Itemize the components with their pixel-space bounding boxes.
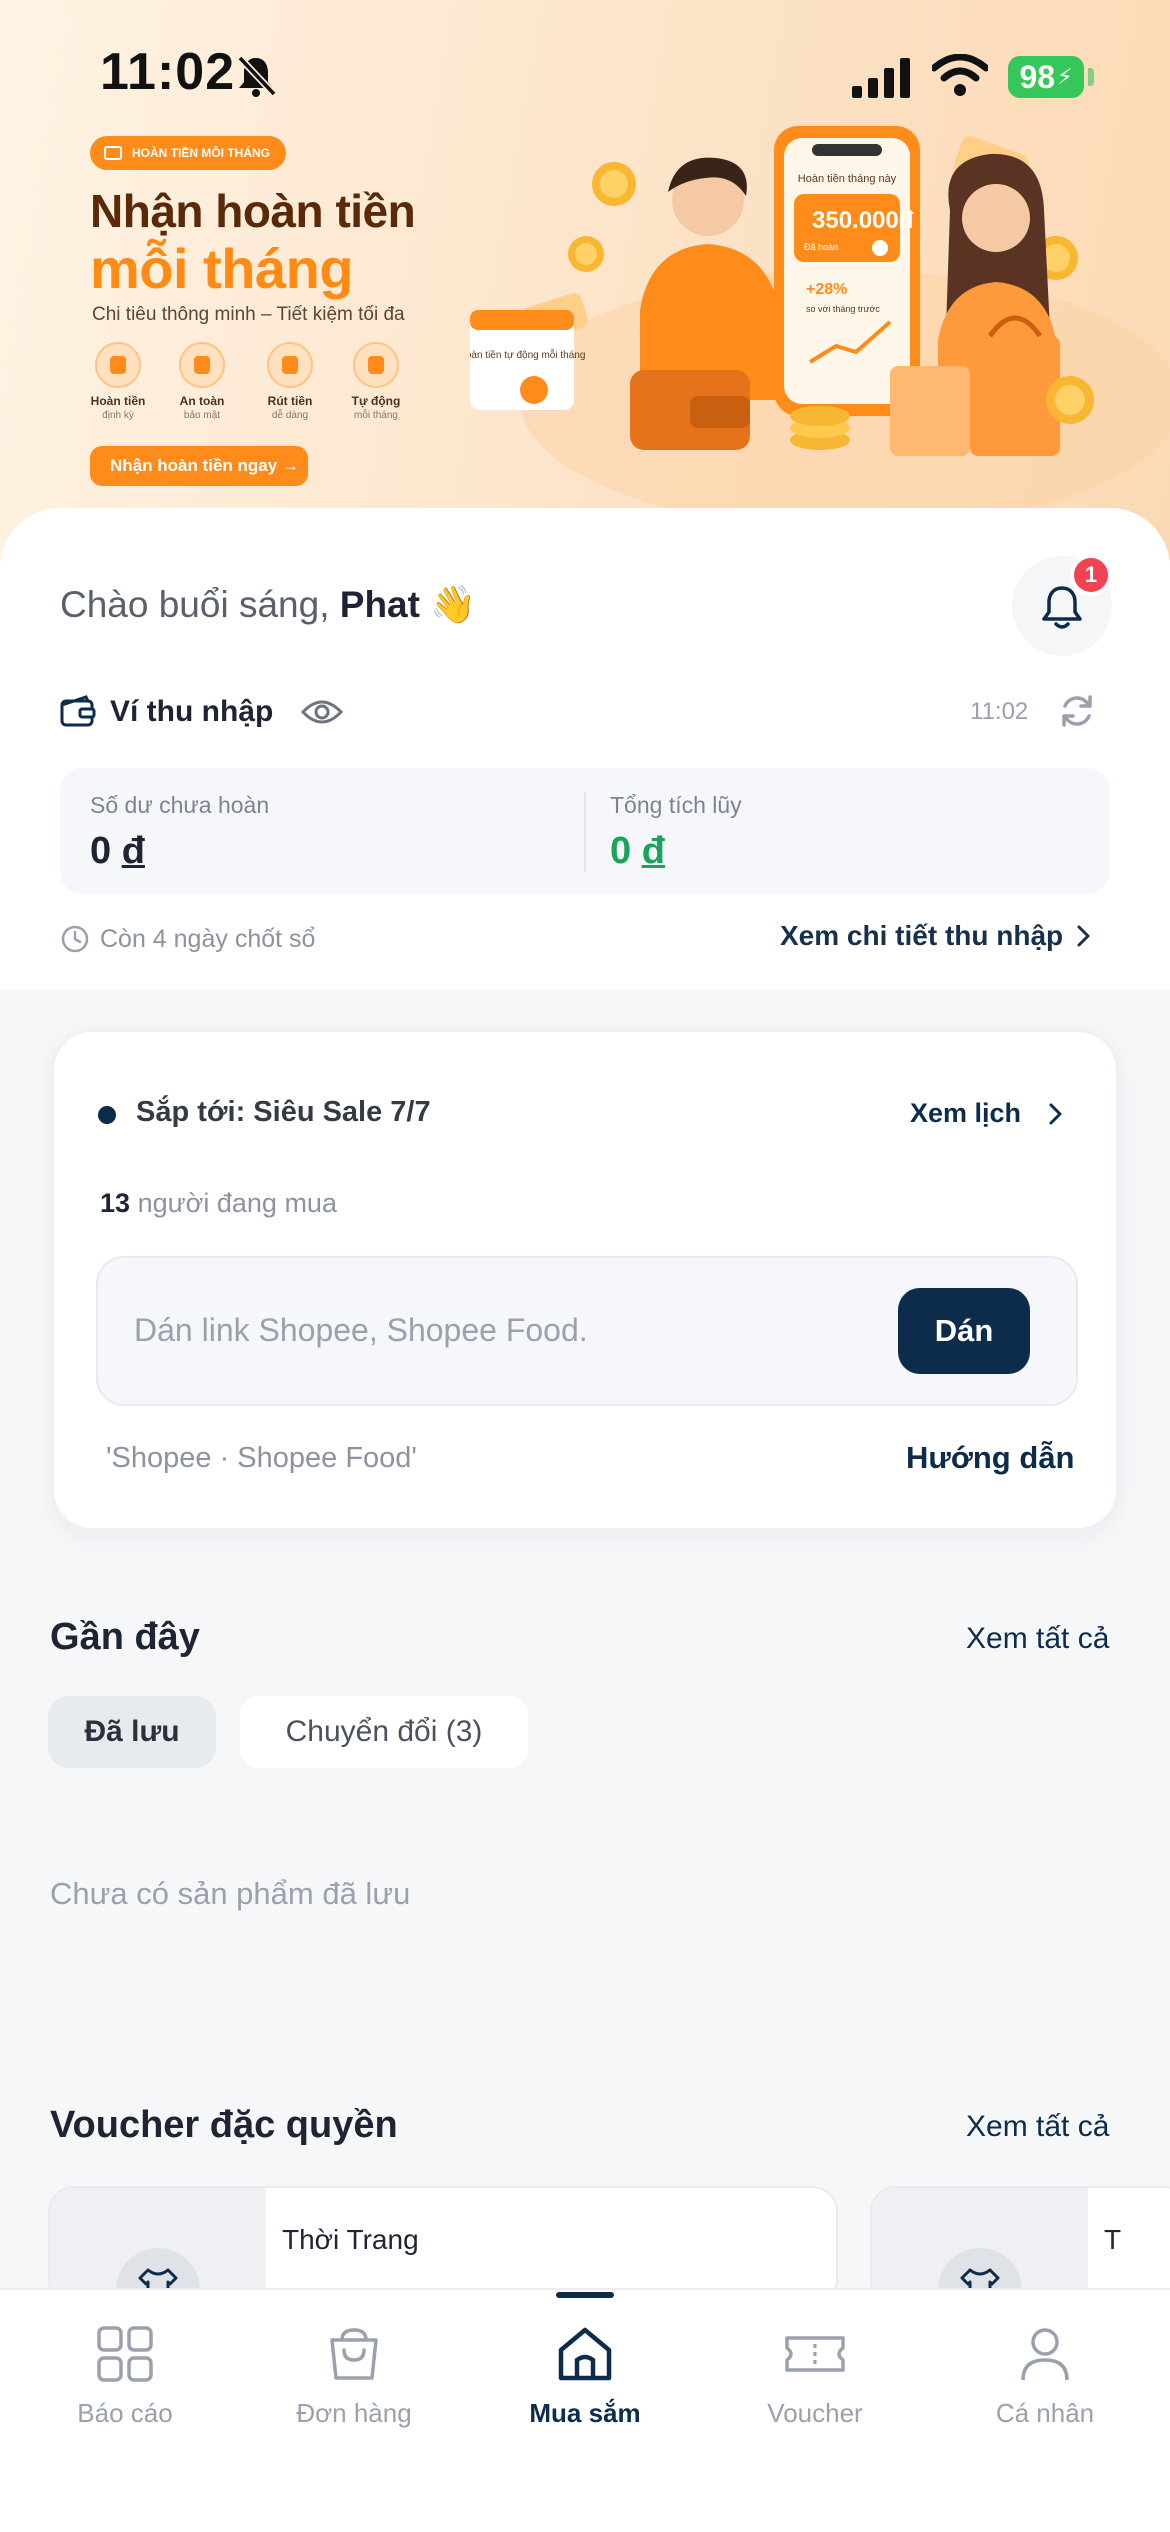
- wallet-header: Ví thu nhập: [60, 690, 344, 734]
- tab-conversions[interactable]: Chuyển đổi (3): [240, 1696, 528, 1768]
- wallet-icon: [267, 342, 313, 388]
- svg-text:so với tháng trước: so với tháng trước: [806, 304, 880, 314]
- income-details-link[interactable]: Xem chi tiết thu nhập: [780, 920, 1095, 952]
- svg-text:350.000đ: 350.000đ: [812, 207, 914, 234]
- tab-saved[interactable]: Đã lưu: [48, 1696, 216, 1768]
- banner-feature: Rút tiền dễ dàng: [250, 342, 330, 421]
- banner-feature: Tự động mỗi tháng: [336, 342, 416, 421]
- wave-emoji: 👋: [430, 584, 477, 625]
- status-time: 11:02: [100, 43, 236, 101]
- home-icon: [558, 2327, 612, 2381]
- tab-shopping[interactable]: Mua sắm: [485, 2324, 685, 2429]
- pending-balance-value: 0 đ: [90, 830, 145, 872]
- clock-icon: [61, 925, 89, 953]
- recent-see-all-link[interactable]: Xem tất cả: [966, 1622, 1109, 1656]
- refresh-icon[interactable]: [1058, 692, 1096, 730]
- guide-link[interactable]: Hướng dẫn: [906, 1440, 1074, 1476]
- eye-icon[interactable]: [301, 698, 344, 726]
- active-buyers: 13 người đang mua: [100, 1188, 337, 1218]
- user-icon: [1021, 2328, 1069, 2381]
- sale-title: Sắp tới: Siêu Sale 7/7: [136, 1096, 431, 1128]
- svg-text:Đã hoàn: Đã hoàn: [804, 242, 838, 252]
- chevron-right-icon: [1049, 1103, 1062, 1124]
- ticket-icon: [785, 2336, 845, 2372]
- bag-icon: [330, 2328, 378, 2380]
- balance-summary: Số dư chưa hoàn 0 đ Tổng tích lũy 0 đ: [60, 768, 1110, 894]
- wallet-updated-time: 11:02: [970, 698, 1029, 725]
- voucher-see-all-link[interactable]: Xem tất cả: [966, 2110, 1109, 2144]
- tab-reports[interactable]: Báo cáo: [25, 2324, 225, 2429]
- paste-button[interactable]: Dán: [898, 1288, 1030, 1374]
- voucher-category: T: [1104, 2224, 1122, 2255]
- banner-subtitle: Chi tiêu thông minh – Tiết kiệm tối đa: [92, 304, 405, 325]
- calendar-illustration: Hoàn tiền tự động mỗi tháng: [470, 310, 585, 410]
- wifi-icon: [932, 54, 988, 96]
- voucher-section-title: Voucher đặc quyền: [50, 2104, 398, 2146]
- battery-indicator: 98 ⚡: [1008, 56, 1084, 98]
- chevron-right-icon: [1077, 925, 1090, 947]
- calendar-icon: [95, 342, 141, 388]
- total-accumulated-label: Tổng tích lũy: [610, 792, 742, 818]
- bell-muted-icon: [237, 55, 277, 97]
- sale-card: Sắp tới: Siêu Sale 7/7 Xem lịch 13 người…: [52, 1030, 1118, 1530]
- boy-figure: [640, 157, 780, 400]
- pending-balance-label: Số dư chưa hoàn: [90, 792, 270, 818]
- tab-profile[interactable]: Cá nhân: [945, 2324, 1145, 2429]
- active-tab-indicator: [556, 2292, 614, 2298]
- user-name: Phat: [339, 584, 420, 625]
- banner-headline: Nhận hoàn tiền: [90, 185, 416, 237]
- balance-divider: [584, 792, 586, 872]
- link-input[interactable]: [134, 1300, 854, 1360]
- greeting: Chào buổi sáng, Phat 👋: [60, 584, 477, 625]
- battery-nub: [1088, 68, 1094, 86]
- view-schedule-link[interactable]: Xem lịch: [910, 1098, 1067, 1129]
- empty-saved-message: Chưa có sản phẩm đã lưu: [50, 1876, 411, 1911]
- bottom-tab-bar: Báo cáo Đơn hàng Mua sắm Voucher Cá nhân: [0, 2288, 1170, 2532]
- banner-illustration: Hoàn tiền tháng này 350.000đ Đã hoàn +28…: [470, 126, 1170, 520]
- supported-platforms: 'Shopee · Shopee Food': [106, 1442, 417, 1474]
- wallet-title: Ví thu nhập: [110, 695, 274, 728]
- notification-badge: 1: [1070, 554, 1112, 596]
- svg-text:Hoàn tiền tự động mỗi tháng: Hoàn tiền tự động mỗi tháng: [470, 348, 585, 361]
- grid-icon: [97, 2326, 153, 2382]
- svg-text:+28%: +28%: [806, 281, 847, 298]
- cellular-signal-icon: [852, 58, 910, 98]
- closing-countdown: Còn 4 ngày chốt sổ: [60, 924, 315, 954]
- total-accumulated-value: 0 đ: [610, 830, 665, 872]
- link-paste-box: Dán: [96, 1256, 1078, 1406]
- banner-feature: An toàn bảo mật: [162, 342, 242, 421]
- voucher-category: Thời Trang: [282, 2224, 419, 2255]
- banner-feature: Hoàn tiền định kỳ: [78, 342, 158, 421]
- live-dot: [98, 1106, 116, 1124]
- charging-icon: ⚡: [1057, 64, 1073, 89]
- clock-icon: [353, 342, 399, 388]
- svg-text:Hoàn tiền tháng này: Hoàn tiền tháng này: [798, 173, 897, 185]
- wallet-icon: [60, 695, 96, 727]
- recent-section-title: Gần đây: [50, 1616, 200, 1658]
- tab-orders[interactable]: Đơn hàng: [254, 2324, 454, 2429]
- income-card: [0, 508, 1170, 990]
- banner-headline-accent: mỗi tháng: [90, 237, 354, 300]
- shield-icon: [179, 342, 225, 388]
- status-bar: 11:02 98 ⚡: [0, 0, 1170, 150]
- tab-voucher[interactable]: Voucher: [715, 2324, 915, 2429]
- banner-cta-button[interactable]: Nhận hoàn tiền ngay →: [90, 446, 308, 486]
